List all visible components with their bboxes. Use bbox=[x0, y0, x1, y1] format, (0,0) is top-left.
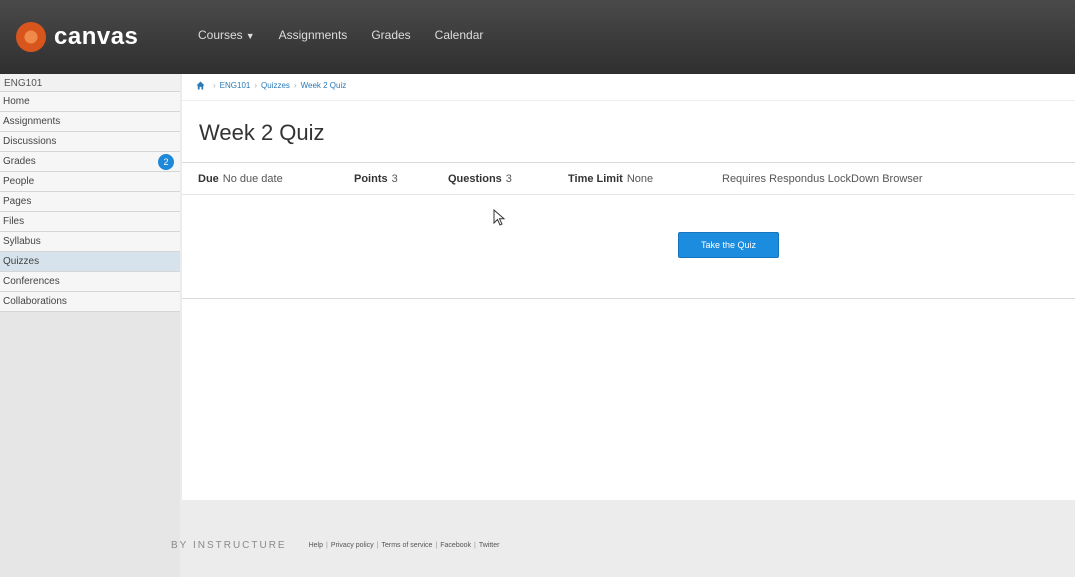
time-limit-detail: Time Limit None bbox=[568, 173, 653, 185]
mouse-cursor-icon bbox=[493, 209, 506, 226]
quiz-details: Due No due date Points 3 Questions 3 Time L… bbox=[182, 162, 1075, 195]
questions-value: 3 bbox=[505, 173, 512, 185]
footer-link-twitter[interactable]: Twitter bbox=[479, 542, 500, 549]
course-sidebar: ENG101 Home Assignments Discussions Grad… bbox=[0, 74, 180, 577]
sidebar-item-pages[interactable]: Pages bbox=[0, 192, 180, 212]
sidebar-item-conferences[interactable]: Conferences bbox=[0, 272, 180, 292]
chevron-down-icon: ▼ bbox=[245, 31, 255, 41]
sidebar-item-label: Grades bbox=[3, 156, 36, 167]
divider bbox=[182, 100, 1075, 101]
points-label: Points bbox=[354, 173, 388, 185]
breadcrumb-separator: › bbox=[254, 81, 258, 90]
nav-courses-label: Courses bbox=[198, 28, 243, 42]
take-quiz-button[interactable]: Take the Quiz bbox=[678, 232, 779, 258]
questions-detail: Questions 3 bbox=[448, 173, 512, 185]
home-icon[interactable] bbox=[196, 81, 205, 90]
global-header: canvas Courses ▼ Assignments Grades Calen… bbox=[0, 0, 1075, 74]
time-limit-value: None bbox=[626, 173, 654, 185]
divider bbox=[182, 298, 1075, 299]
footer-separator: | bbox=[474, 542, 476, 549]
questions-label: Questions bbox=[448, 173, 502, 185]
sidebar-item-people[interactable]: People bbox=[0, 172, 180, 192]
nav-courses[interactable]: Courses ▼ bbox=[198, 28, 255, 42]
sidebar-item-collaborations[interactable]: Collaborations bbox=[0, 292, 180, 312]
lockdown-notice: Requires Respondus LockDown Browser bbox=[722, 173, 923, 185]
footer-brand[interactable]: BY INSTRUCTURE bbox=[171, 540, 287, 551]
global-nav: Courses ▼ Assignments Grades Calendar bbox=[198, 28, 507, 42]
sidebar-item-files[interactable]: Files bbox=[0, 212, 180, 232]
due-value: No due date bbox=[222, 173, 283, 185]
breadcrumb: › ENG101 › Quizzes › Week 2 Quiz bbox=[196, 81, 346, 90]
course-nav-list: Home Assignments Discussions Grades 2 Pe… bbox=[0, 92, 180, 312]
sidebar-item-grades[interactable]: Grades 2 bbox=[0, 152, 180, 172]
main-content: › ENG101 › Quizzes › Week 2 Quiz Week 2 … bbox=[182, 74, 1075, 500]
points-detail: Points 3 bbox=[354, 173, 398, 185]
breadcrumb-current[interactable]: Week 2 Quiz bbox=[301, 81, 347, 90]
brand-name: canvas bbox=[54, 23, 139, 50]
nav-calendar[interactable]: Calendar bbox=[435, 28, 484, 42]
breadcrumb-separator: › bbox=[293, 81, 297, 90]
footer-link-help[interactable]: Help bbox=[309, 542, 323, 549]
breadcrumb-course[interactable]: ENG101 bbox=[220, 81, 251, 90]
nav-grades[interactable]: Grades bbox=[371, 28, 410, 42]
time-limit-label: Time Limit bbox=[568, 173, 623, 185]
footer-separator: | bbox=[326, 542, 328, 549]
points-value: 3 bbox=[391, 173, 398, 185]
footer-link-terms[interactable]: Terms of service bbox=[381, 542, 432, 549]
page-title: Week 2 Quiz bbox=[199, 120, 325, 145]
canvas-logo-icon bbox=[16, 22, 46, 52]
grades-count-badge: 2 bbox=[158, 154, 174, 170]
sidebar-item-home[interactable]: Home bbox=[0, 92, 180, 112]
footer-separator: | bbox=[435, 542, 438, 549]
sidebar-item-syllabus[interactable]: Syllabus bbox=[0, 232, 180, 252]
due-detail: Due No due date bbox=[198, 173, 283, 185]
sidebar-item-discussions[interactable]: Discussions bbox=[0, 132, 180, 152]
course-code[interactable]: ENG101 bbox=[0, 74, 180, 92]
due-label: Due bbox=[198, 173, 219, 185]
breadcrumb-quizzes[interactable]: Quizzes bbox=[261, 81, 290, 90]
nav-assignments[interactable]: Assignments bbox=[279, 28, 348, 42]
sidebar-item-quizzes[interactable]: Quizzes bbox=[0, 252, 180, 272]
breadcrumb-separator: › bbox=[213, 81, 216, 90]
footer: BY INSTRUCTURE Help | Privacy policy | T… bbox=[171, 540, 499, 551]
footer-link-privacy[interactable]: Privacy policy bbox=[331, 542, 374, 549]
footer-separator: | bbox=[376, 542, 379, 549]
footer-link-facebook[interactable]: Facebook bbox=[440, 542, 471, 549]
sidebar-item-assignments[interactable]: Assignments bbox=[0, 112, 180, 132]
canvas-logo[interactable]: canvas bbox=[16, 22, 138, 52]
